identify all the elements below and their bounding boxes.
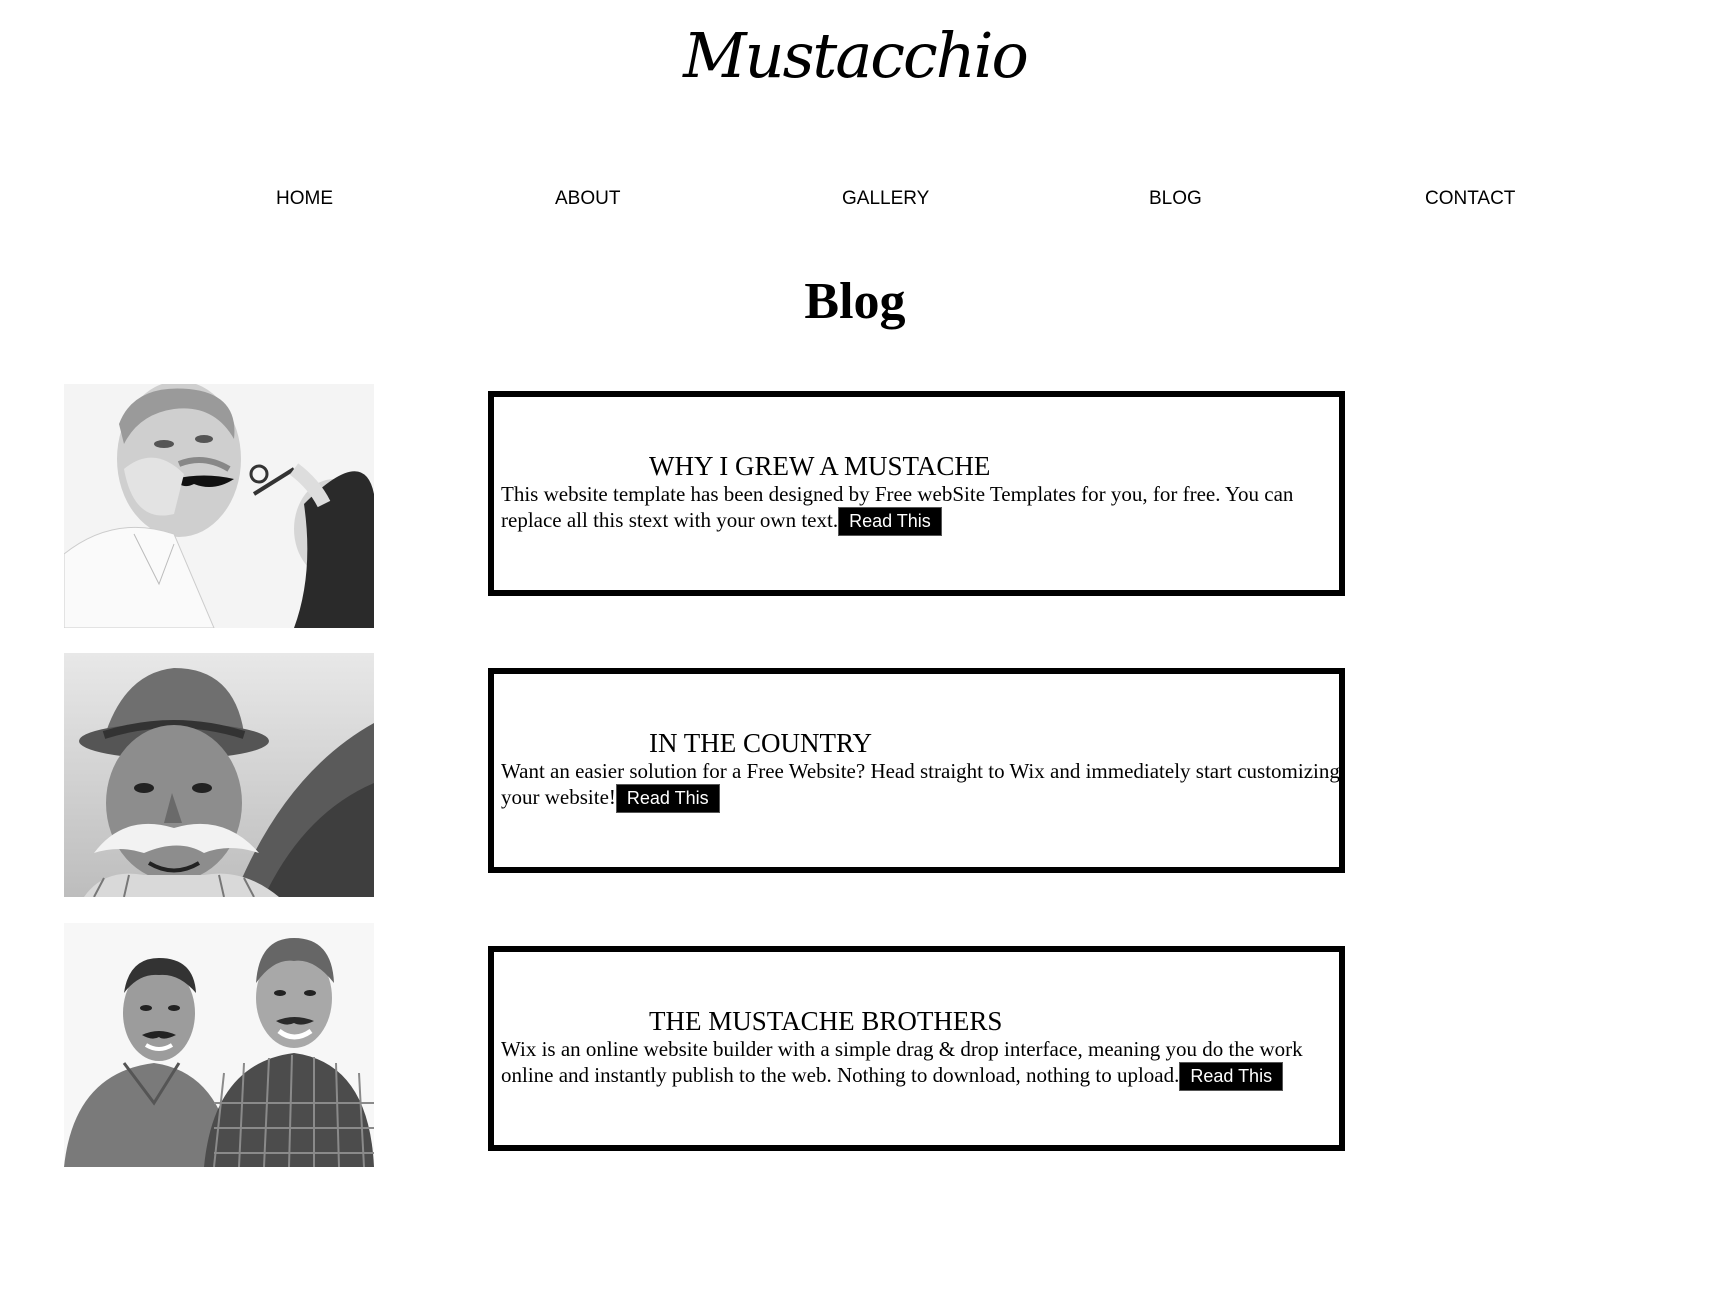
nav-item-blog[interactable]: BLOG <box>1149 184 1202 214</box>
nav-item-gallery[interactable]: GALLERY <box>842 184 929 214</box>
nav-item-about[interactable]: ABOUT <box>555 184 620 214</box>
two-men-with-mustaches-photo <box>64 923 374 1167</box>
post-excerpt-1: This website template has been designed … <box>501 481 1341 536</box>
read-this-button-3[interactable]: Read This <box>1179 1062 1284 1091</box>
post-image-3[interactable] <box>64 923 374 1167</box>
post-card-2: IN THE COUNTRY Want an easier solution f… <box>488 668 1345 873</box>
nav-item-contact[interactable]: CONTACT <box>1425 184 1515 214</box>
page-title: Blog <box>804 273 906 330</box>
post-card-1: WHY I GREW A MUSTACHE This website templ… <box>488 391 1345 596</box>
man-with-hat-and-mustache-photo <box>64 653 374 897</box>
post-excerpt-3: Wix is an online website builder with a … <box>501 1036 1341 1091</box>
girl-drawing-mustache-on-man-photo <box>64 384 374 628</box>
post-title-2[interactable]: IN THE COUNTRY <box>649 726 872 760</box>
post-title-3[interactable]: THE MUSTACHE BROTHERS <box>649 1004 1002 1038</box>
post-excerpt-2: Want an easier solution for a Free Websi… <box>501 758 1341 813</box>
main-nav: HOME ABOUT GALLERY BLOG CONTACT <box>0 184 1710 214</box>
post-image-1[interactable] <box>64 384 374 628</box>
post-image-2[interactable] <box>64 653 374 897</box>
read-this-button-1[interactable]: Read This <box>838 507 942 536</box>
post-card-3: THE MUSTACHE BROTHERS Wix is an online w… <box>488 946 1345 1151</box>
read-this-button-2[interactable]: Read This <box>615 784 720 813</box>
site-logo[interactable]: Mustacchio <box>0 10 1710 102</box>
nav-item-home[interactable]: HOME <box>276 184 333 214</box>
post-title-1[interactable]: WHY I GREW A MUSTACHE <box>649 449 990 483</box>
